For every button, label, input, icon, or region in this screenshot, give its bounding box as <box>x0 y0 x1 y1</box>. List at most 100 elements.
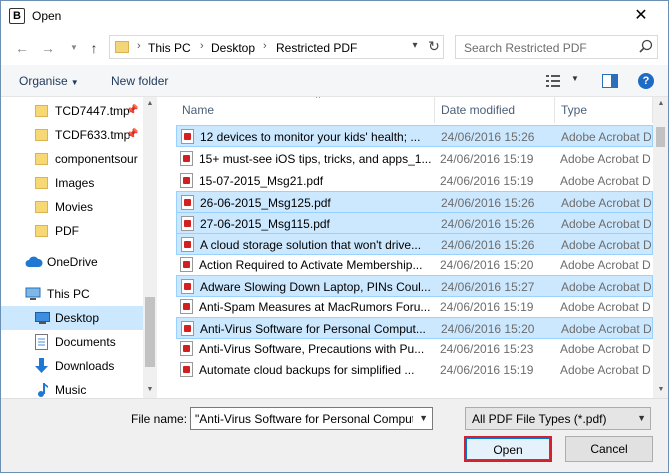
chevron-down-icon[interactable]: ▼ <box>637 413 646 423</box>
address-row: ← → ▼ ↑ › This PC › Desktop › Restricted… <box>1 31 668 65</box>
pdf-file-icon <box>180 362 193 377</box>
navigation-scrollbar[interactable]: ▲ ▼ <box>143 97 157 398</box>
organise-button[interactable]: Organise ▼ <box>19 74 79 88</box>
folder-icon <box>35 105 48 117</box>
new-folder-button[interactable]: New folder <box>111 74 168 88</box>
file-name: Action Required to Activate Membership..… <box>199 258 423 272</box>
back-button[interactable]: ← <box>13 39 31 57</box>
nav-item-componentsour[interactable]: componentsour <box>1 147 143 171</box>
scroll-down-icon[interactable]: ▼ <box>145 386 155 393</box>
file-name-input[interactable]: "Anti-Virus Software for Personal Comput… <box>190 407 433 430</box>
nav-item-tcd7447[interactable]: TCD7447.tmp 📌 <box>1 99 143 123</box>
file-date: 24/06/2016 15:26 <box>441 196 535 210</box>
up-button[interactable]: ↑ <box>85 39 103 57</box>
nav-item-documents[interactable]: Documents <box>1 330 143 354</box>
file-row[interactable]: 15+ must-see iOS tips, tricks, and apps_… <box>176 148 653 170</box>
file-name: 15+ must-see iOS tips, tricks, and apps_… <box>199 152 431 166</box>
file-type: Adobe Acrobat D <box>560 342 651 356</box>
scroll-up-icon[interactable]: ▲ <box>145 100 155 107</box>
chevron-down-icon[interactable]: ▼ <box>419 413 428 423</box>
file-row[interactable]: Anti-Spam Measures at MacRumors Foru... 2… <box>176 296 653 318</box>
folder-icon <box>35 201 48 213</box>
nav-item-movies[interactable]: Movies <box>1 195 143 219</box>
desktop-icon <box>35 312 50 324</box>
nav-item-tcdf633[interactable]: TCDF633.tmp 📌 <box>1 123 143 147</box>
chevron-down-icon: ▼ <box>70 78 79 87</box>
pdf-file-icon <box>181 237 194 252</box>
file-row[interactable]: 12 devices to monitor your kids' health;… <box>176 125 653 147</box>
column-header-label: Name <box>182 103 215 117</box>
file-type: Adobe Acrobat D <box>560 258 651 272</box>
scroll-up-icon[interactable]: ▲ <box>656 100 666 107</box>
file-row[interactable]: 27-06-2015_Msg115.pdf 24/06/2016 15:26 Ado… <box>176 212 653 234</box>
nav-item-onedrive[interactable]: OneDrive <box>1 250 143 274</box>
file-row[interactable]: A cloud storage solution that won't driv… <box>176 233 653 255</box>
nav-item-label: Movies <box>55 200 94 214</box>
footer-panel: File name: "Anti-Virus Software for Pers… <box>1 398 668 472</box>
file-row[interactable]: 15-07-2015_Msg21.pdf 24/06/2016 15:19 Adob… <box>176 170 653 192</box>
file-type: Adobe Acrobat D <box>561 238 652 252</box>
breadcrumb-desktop[interactable]: Desktop <box>211 41 255 55</box>
pin-icon: 📌 <box>126 105 139 116</box>
file-name: Adware Slowing Down Laptop, PINs Coul... <box>200 280 431 294</box>
column-header-name[interactable]: Name ^ <box>176 97 435 123</box>
file-row[interactable]: Adware Slowing Down Laptop, PINs Coul...… <box>176 275 653 297</box>
nav-item-label: TCDF633.tmp <box>55 128 131 142</box>
preview-pane-icon[interactable] <box>602 74 618 88</box>
file-row[interactable]: Anti-Virus Software, Precautions with Pu… <box>176 338 653 360</box>
nav-item-images[interactable]: Images <box>1 171 143 195</box>
file-row[interactable]: 26-06-2015_Msg125.pdf 24/06/2016 15:26 Ado… <box>176 191 653 213</box>
nav-item-music[interactable]: Music <box>1 378 143 398</box>
file-type: Adobe Acrobat D <box>560 174 651 188</box>
help-icon[interactable]: ? <box>638 73 654 89</box>
file-name: A cloud storage solution that won't driv… <box>200 238 422 252</box>
column-header-date[interactable]: Date modified <box>435 97 555 123</box>
nav-item-label: TCD7447.tmp <box>55 104 130 118</box>
nav-item-label: OneDrive <box>47 255 98 269</box>
nav-item-downloads[interactable]: Downloads <box>1 354 143 378</box>
file-type-select[interactable]: All PDF File Types (*.pdf) ▼ <box>465 407 651 430</box>
scroll-down-icon[interactable]: ▼ <box>656 386 666 393</box>
address-dropdown-icon[interactable]: ▾ <box>408 40 422 51</box>
sort-ascending-icon: ^ <box>316 97 321 103</box>
nav-item-this-pc[interactable]: This PC <box>1 282 143 306</box>
open-button[interactable]: Open <box>464 436 552 462</box>
recent-locations-button[interactable]: ▼ <box>65 39 83 57</box>
nav-item-desktop[interactable]: Desktop <box>1 306 143 330</box>
address-bar[interactable]: › This PC › Desktop › Restricted PDF ▾ ↻ <box>109 35 444 59</box>
column-header-type[interactable]: Type <box>555 97 653 123</box>
nav-item-label: PDF <box>55 224 79 238</box>
file-name: Anti-Spam Measures at MacRumors Foru... <box>199 300 431 314</box>
cancel-button[interactable]: Cancel <box>565 436 653 462</box>
breadcrumb-this-pc[interactable]: This PC <box>148 41 191 55</box>
chevron-down-icon[interactable]: ▼ <box>571 74 579 83</box>
file-row[interactable]: Anti-Virus Software for Personal Comput.… <box>176 317 653 339</box>
file-date: 24/06/2016 15:20 <box>440 258 534 272</box>
breadcrumb-restricted-pdf[interactable]: Restricted PDF <box>276 41 357 55</box>
file-name: 15-07-2015_Msg21.pdf <box>199 174 324 188</box>
window-title: Open <box>32 9 62 23</box>
search-icon[interactable] <box>638 39 654 55</box>
file-row[interactable]: Action Required to Activate Membership..… <box>176 254 653 276</box>
search-input[interactable]: Search Restricted PDF <box>455 35 658 59</box>
toolbar: Organise ▼ New folder ▼ ? <box>1 65 668 97</box>
file-row[interactable]: Automate cloud backups for simplified ..… <box>176 359 653 381</box>
pdf-file-icon <box>181 216 194 231</box>
pdf-file-icon <box>180 299 193 314</box>
file-date: 24/06/2016 15:20 <box>441 322 535 336</box>
pdf-file-icon <box>181 321 194 336</box>
file-list-scrollbar[interactable]: ▲ ▼ <box>653 97 668 398</box>
scrollbar-thumb[interactable] <box>145 297 155 367</box>
documents-icon <box>35 334 48 350</box>
refresh-icon[interactable]: ↻ <box>426 38 442 55</box>
nav-item-pdf[interactable]: PDF <box>1 219 143 243</box>
view-options-icon[interactable] <box>546 75 560 87</box>
scrollbar-thumb[interactable] <box>656 127 665 147</box>
forward-button[interactable]: → <box>39 39 57 57</box>
nav-item-label: This PC <box>47 287 90 301</box>
pdf-file-icon <box>180 173 193 188</box>
chevron-right-icon: › <box>263 40 267 52</box>
file-type: Adobe Acrobat D <box>561 322 652 336</box>
close-button[interactable]: ✕ <box>629 6 653 26</box>
cloud-icon <box>25 256 43 267</box>
